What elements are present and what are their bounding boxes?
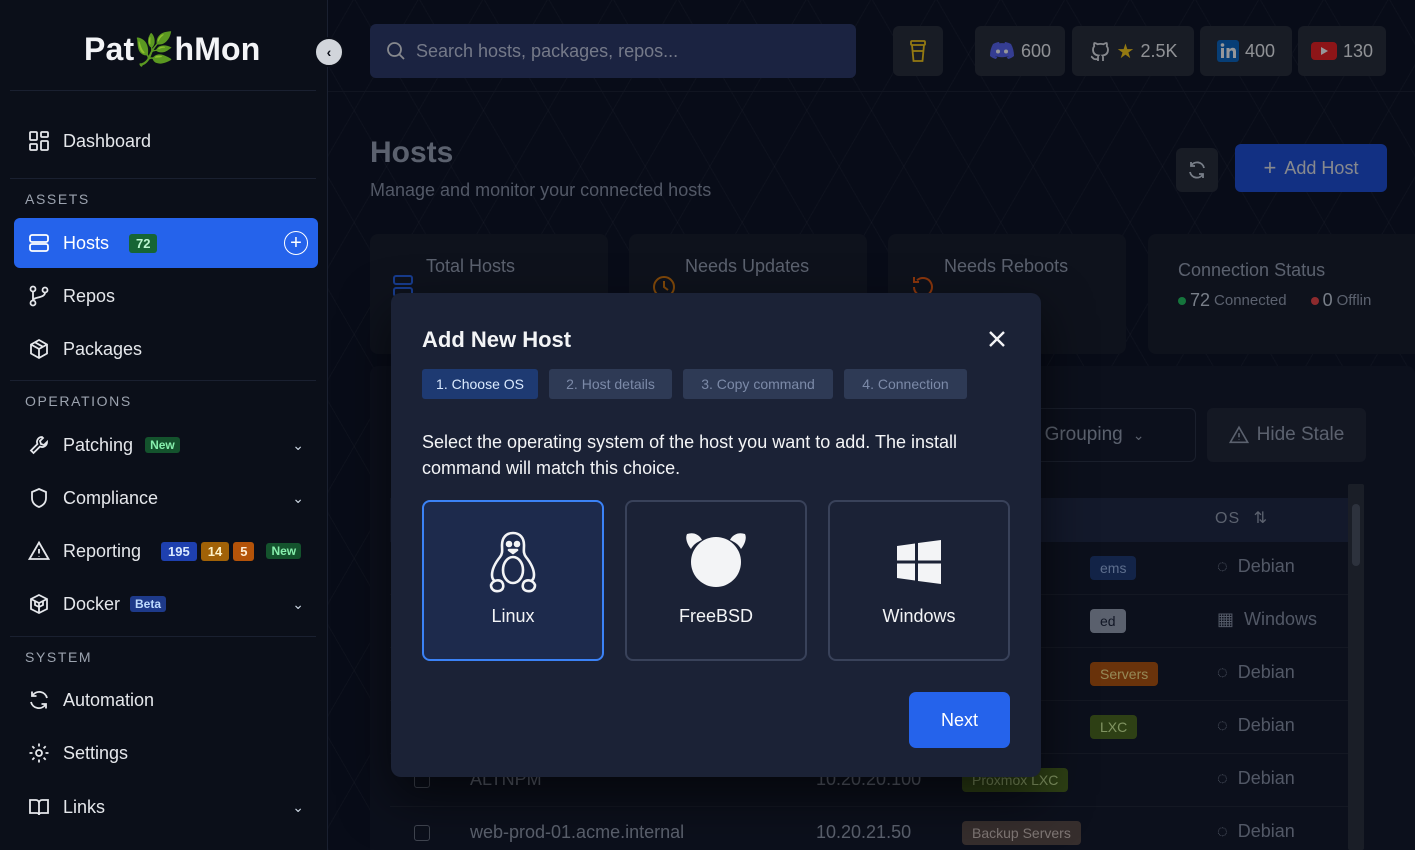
chevron-down-icon[interactable]: ⌄ [292,437,304,454]
sidebar-item-automation[interactable]: Automation [14,675,318,725]
git-branch-icon [26,283,52,309]
divider [10,380,316,381]
new-badge: New [145,437,180,453]
windows-logo-icon [897,540,941,584]
logo[interactable]: Pat🌿hMon [84,30,261,68]
package-icon [26,336,52,362]
warning-triangle-icon [26,538,52,564]
beta-badge: Beta [130,596,167,612]
reporting-warning-badge: 14 [200,541,230,561]
refresh-cycle-icon [26,687,52,713]
sidebar-item-dashboard[interactable]: Dashboard [14,116,318,166]
chevron-down-icon[interactable]: ⌄ [292,799,304,816]
section-label-operations: OPERATIONS [25,393,132,409]
wrench-icon [26,432,52,458]
add-host-modal: Add New Host 1. Choose OS 2. Host detail… [391,293,1041,777]
divider [10,178,316,179]
shield-icon [26,485,52,511]
hosts-count-badge: 72 [129,233,158,253]
sidebar-item-settings[interactable]: Settings [14,728,318,778]
new-badge: New [266,543,302,559]
divider [10,90,316,91]
reporting-count-badge: 195 [161,541,197,561]
add-host-plus-icon[interactable]: + [284,231,308,255]
sidebar-item-packages[interactable]: Packages [14,324,318,374]
docker-cube-icon [26,591,52,617]
freebsd-icon [686,533,746,587]
divider [10,636,316,637]
close-button[interactable] [985,327,1009,351]
close-icon [989,331,1005,347]
sidebar-item-patching[interactable]: Patching New ⌄ [14,420,318,470]
reporting-critical-badge: 5 [233,541,255,561]
os-option-linux[interactable]: Linux [422,500,604,661]
step-copy-command[interactable]: 3. Copy command [683,369,833,399]
sidebar: Pat🌿hMon Dashboard ASSETS Hosts 72 + Rep… [0,0,328,850]
chevron-down-icon[interactable]: ⌄ [292,596,304,613]
step-choose-os[interactable]: 1. Choose OS [422,369,538,399]
next-button[interactable]: Next [909,692,1010,748]
section-label-system: SYSTEM [25,649,93,665]
section-label-assets: ASSETS [25,191,90,207]
os-option-windows[interactable]: Windows [828,500,1010,661]
os-option-freebsd[interactable]: FreeBSD [625,500,807,661]
sidebar-item-compliance[interactable]: Compliance ⌄ [14,473,318,523]
gear-icon [26,740,52,766]
book-open-icon [26,794,52,820]
linux-penguin-icon [489,531,537,593]
sidebar-item-hosts[interactable]: Hosts 72 + [14,218,318,268]
dashboard-icon [26,128,52,154]
step-connection[interactable]: 4. Connection [844,369,967,399]
server-icon [26,230,52,256]
collapse-sidebar-button[interactable]: ‹ [314,37,344,67]
sidebar-item-repos[interactable]: Repos [14,271,318,321]
patch-leaf-icon: 🌿 [134,31,175,67]
sidebar-item-reporting[interactable]: Reporting 195 14 5 New [14,526,318,576]
sidebar-item-links[interactable]: Links ⌄ [14,782,318,832]
step-host-details[interactable]: 2. Host details [549,369,672,399]
modal-description: Select the operating system of the host … [422,432,957,478]
modal-title: Add New Host [422,327,572,352]
sidebar-item-docker[interactable]: Docker Beta ⌄ [14,579,318,629]
chevron-down-icon[interactable]: ⌄ [292,490,304,507]
